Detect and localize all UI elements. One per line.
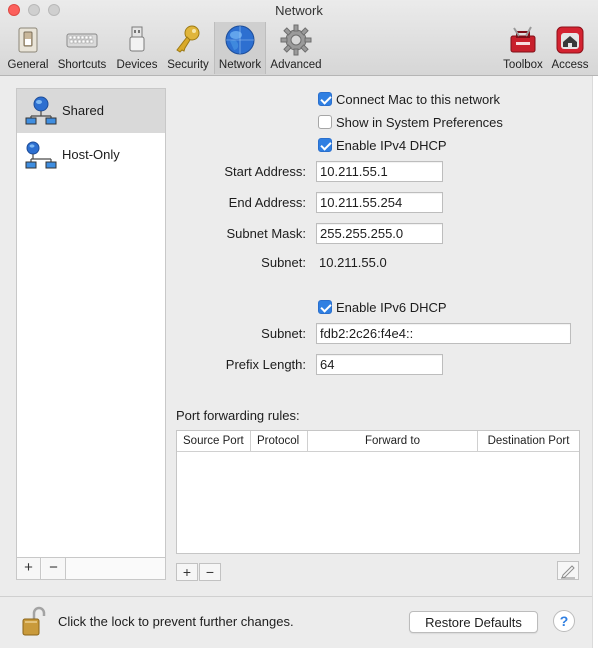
column-protocol[interactable]: Protocol bbox=[251, 431, 308, 452]
toolbar-label: Access bbox=[551, 59, 589, 71]
toolbar-access[interactable]: Access bbox=[548, 22, 592, 74]
usb-plug-icon bbox=[129, 26, 145, 52]
lock-message: Click the lock to prevent further change… bbox=[58, 614, 294, 629]
connect-mac-label: Connect Mac to this network bbox=[336, 92, 501, 107]
prefix-length-label: Prefix Length: bbox=[225, 357, 306, 372]
switch-icon bbox=[18, 27, 38, 53]
subnet-mask-input[interactable] bbox=[316, 223, 443, 244]
subnet-v6-label: Subnet: bbox=[261, 326, 306, 341]
port-forwarding-table[interactable]: Source Port Protocol Forward to Destinat… bbox=[176, 430, 580, 554]
sidebar-item-label: Host-Only bbox=[62, 147, 120, 162]
toolbar-shortcuts[interactable]: Shortcuts bbox=[54, 22, 110, 74]
ipv6-dhcp-checkbox[interactable] bbox=[318, 300, 332, 314]
end-address-input[interactable] bbox=[316, 192, 443, 213]
keyboard-icon bbox=[66, 33, 98, 48]
ipv6-dhcp-label: Enable IPv6 DHCP bbox=[336, 300, 447, 315]
ipv4-dhcp-label: Enable IPv4 DHCP bbox=[336, 138, 447, 153]
host-only-network-icon bbox=[25, 141, 57, 169]
remove-network-button[interactable]: − bbox=[42, 558, 66, 579]
window-edge bbox=[592, 76, 598, 648]
title-bar: Network General Shortcuts Devices Securi… bbox=[0, 0, 598, 76]
toolbar-toolbox[interactable]: Toolbox bbox=[500, 22, 546, 74]
add-network-button[interactable]: + bbox=[17, 558, 41, 579]
ipv4-dhcp-checkbox[interactable] bbox=[318, 138, 332, 152]
lock-icon[interactable] bbox=[22, 605, 46, 637]
connect-mac-checkbox[interactable] bbox=[318, 92, 332, 106]
help-button[interactable]: ? bbox=[553, 610, 575, 632]
toolbar-advanced[interactable]: Advanced bbox=[268, 22, 324, 74]
restore-defaults-button[interactable]: Restore Defaults bbox=[409, 611, 538, 633]
gear-icon bbox=[280, 24, 312, 56]
toolbar-general[interactable]: General bbox=[4, 22, 52, 74]
end-address-label: End Address: bbox=[228, 195, 306, 210]
toolbar-label: Toolbox bbox=[503, 59, 543, 71]
edit-rule-button[interactable] bbox=[557, 561, 579, 580]
column-forward-to[interactable]: Forward to bbox=[308, 431, 478, 452]
sidebar-item-shared[interactable]: Shared bbox=[17, 89, 165, 133]
remove-rule-button[interactable]: − bbox=[199, 563, 221, 581]
subnet-v6-input[interactable] bbox=[316, 323, 571, 344]
footer-divider bbox=[0, 596, 598, 597]
subnet-v4-value: 10.211.55.0 bbox=[319, 255, 387, 270]
port-forwarding-title: Port forwarding rules: bbox=[176, 408, 300, 423]
sidebar-item-label: Shared bbox=[62, 103, 104, 118]
toolbar-label: Advanced bbox=[270, 59, 322, 71]
toolbar-network[interactable]: Network bbox=[214, 22, 266, 74]
add-rule-button[interactable]: + bbox=[176, 563, 198, 581]
access-home-icon bbox=[556, 26, 584, 54]
show-in-prefs-label: Show in System Preferences bbox=[336, 115, 503, 130]
sidebar-button-bar: + − bbox=[17, 557, 165, 579]
toolbar-security[interactable]: Security bbox=[163, 22, 213, 74]
toolbar-devices[interactable]: Devices bbox=[113, 22, 161, 74]
toolbar-label: Security bbox=[167, 59, 209, 71]
toolbar-label: Shortcuts bbox=[57, 59, 107, 71]
toolbox-icon bbox=[510, 26, 536, 53]
toolbar-label: Devices bbox=[116, 59, 158, 71]
column-destination-port[interactable]: Destination Port bbox=[478, 431, 579, 452]
start-address-input[interactable] bbox=[316, 161, 443, 182]
start-address-label: Start Address: bbox=[224, 164, 306, 179]
subnet-mask-label: Subnet Mask: bbox=[226, 226, 307, 241]
pencil-icon bbox=[561, 565, 575, 579]
toolbar-label: General bbox=[7, 59, 49, 71]
shared-network-icon bbox=[25, 96, 57, 125]
toolbar-label: Network bbox=[218, 59, 262, 71]
column-source-port[interactable]: Source Port bbox=[177, 431, 251, 452]
prefix-length-input[interactable] bbox=[316, 354, 443, 375]
show-in-prefs-checkbox[interactable] bbox=[318, 115, 332, 129]
window-title: Network bbox=[275, 3, 323, 18]
subnet-v4-label: Subnet: bbox=[261, 255, 306, 270]
key-icon bbox=[176, 25, 200, 53]
globe-icon bbox=[225, 25, 255, 55]
